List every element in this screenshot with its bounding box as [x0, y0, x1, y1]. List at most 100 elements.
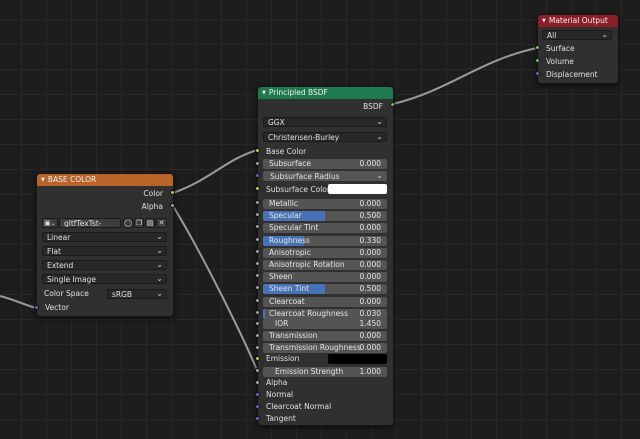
- alpha-socket[interactable]: [255, 380, 260, 385]
- base-color-title: BASE COLOR: [47, 175, 97, 184]
- subsurface-color-swatch[interactable]: [328, 184, 387, 194]
- anisotropic-socket[interactable]: [255, 248, 260, 254]
- color-space-value: sRGB: [112, 290, 133, 299]
- principled-bsdf-node[interactable]: ▼ Principled BSDF BSDF GGX ⌄ Christensen-B…: [257, 86, 394, 426]
- transmission-roughness-field[interactable]: Transmission Roughness 0.000: [263, 343, 387, 353]
- collapse-arrow-icon[interactable]: ▼: [41, 177, 45, 183]
- vector-input-socket[interactable]: [34, 305, 39, 310]
- base-color-node[interactable]: ▼BASE COLOR Color Alpha ▣⌄ gltfTexTst-te…: [36, 173, 174, 317]
- base-color-header[interactable]: ▼ BASE COLOR: [37, 174, 173, 186]
- emission-strength-socket[interactable]: [255, 368, 260, 373]
- projection-dropdown[interactable]: Flat ⌄: [42, 246, 167, 256]
- material-output-node[interactable]: ▼ Material Output All ⌄ Surface Volume Dis…: [537, 14, 619, 84]
- subsurface-socket[interactable]: [255, 161, 260, 166]
- material-output-header[interactable]: ▼ Material Output: [538, 15, 618, 27]
- clearcoat-roughness-field[interactable]: Clearcoat Roughness 0.030: [263, 308, 387, 319]
- alpha-output-socket[interactable]: [170, 203, 175, 208]
- sheen-tint-field[interactable]: Sheen Tint 0.500: [263, 284, 387, 295]
- color-space-dropdown[interactable]: sRGB ⌄: [107, 289, 167, 299]
- source-dropdown[interactable]: Single Image ⌄: [42, 274, 167, 284]
- clearcoat-socket[interactable]: [255, 297, 260, 303]
- fake-user-button[interactable]: ◯: [123, 218, 133, 228]
- base-color-socket[interactable]: [255, 148, 260, 153]
- clearcoat-roughness-label: Clearcoat Roughness: [269, 308, 348, 318]
- link-color-to-base-color: [172, 149, 258, 194]
- subsurface-method-dropdown[interactable]: Christensen-Burley ⌄: [263, 132, 387, 142]
- subsurface-color-socket[interactable]: [255, 186, 260, 191]
- principled-bsdf-header[interactable]: ▼ Principled BSDF: [258, 87, 393, 99]
- collapse-arrow-icon[interactable]: ▼: [262, 90, 266, 96]
- image-name: gltfTexTst-texIm...: [64, 219, 102, 228]
- normal-socket[interactable]: [255, 392, 260, 397]
- color-output-socket[interactable]: [170, 190, 175, 195]
- interpolation-dropdown[interactable]: Linear ⌄: [42, 232, 167, 242]
- target-dropdown[interactable]: All ⌄: [542, 30, 612, 40]
- anisotropic-value: 0.000: [359, 247, 381, 257]
- bsdf-output-label: BSDF: [363, 102, 383, 111]
- projection-value: Flat: [47, 247, 61, 256]
- chevron-down-icon: ⌄: [376, 132, 383, 141]
- clearcoat-normal-input-label: Clearcoat Normal: [266, 402, 332, 411]
- metallic-socket[interactable]: [255, 200, 260, 205]
- subsurface-radius-socket[interactable]: [255, 173, 260, 178]
- ior-field[interactable]: IOR 1.450: [263, 319, 387, 329]
- emission-color-swatch[interactable]: [328, 354, 387, 364]
- open-image-button[interactable]: ▤: [145, 218, 155, 228]
- image-name-field[interactable]: gltfTexTst-texIm...: [59, 218, 121, 228]
- anisotropic-label: Anisotropic: [269, 247, 311, 257]
- normal-input-label: Normal: [266, 390, 294, 399]
- folder-icon: ▤: [146, 219, 154, 227]
- volume-input-socket[interactable]: [535, 58, 540, 63]
- roughness-socket[interactable]: [255, 236, 260, 242]
- specular-tint-field[interactable]: Specular Tint 0.000: [263, 223, 387, 234]
- chevron-down-icon: ⌄: [376, 171, 383, 180]
- principled-bsdf-title: Principled BSDF: [268, 88, 328, 97]
- extension-dropdown[interactable]: Extend ⌄: [42, 260, 167, 270]
- anisotropic-rotation-field[interactable]: Anisotropic Rotation 0.000: [263, 260, 387, 270]
- chevron-down-icon: ⌄: [156, 274, 163, 283]
- image-icon: ▣: [44, 219, 51, 227]
- anisotropic-rotation-socket[interactable]: [255, 261, 260, 266]
- roughness-label: Roughness: [269, 235, 310, 245]
- color-space-label: Color Space: [44, 289, 89, 298]
- bsdf-output-socket[interactable]: [390, 102, 395, 107]
- displacement-input-socket[interactable]: [535, 71, 540, 76]
- clearcoat-roughness-value: 0.030: [359, 308, 381, 318]
- chevron-down-icon: ⌄: [376, 117, 383, 126]
- specular-field[interactable]: Specular 0.500: [263, 211, 387, 222]
- interpolation-value: Linear: [47, 233, 71, 242]
- subsurface-method-value: Christensen-Burley: [268, 133, 340, 142]
- color-output-label: Color: [143, 189, 163, 198]
- emission-strength-field[interactable]: Emission Strength 1.000: [263, 367, 387, 377]
- emission-socket[interactable]: [255, 356, 260, 361]
- distribution-dropdown[interactable]: GGX ⌄: [263, 117, 387, 127]
- specular-tint-value: 0.000: [359, 223, 381, 233]
- tangent-socket[interactable]: [255, 416, 260, 421]
- clearcoat-field[interactable]: Clearcoat 0.000: [263, 296, 387, 307]
- subsurface-color-label: Subsurface Color: [266, 185, 330, 194]
- transmission-socket[interactable]: [255, 333, 260, 338]
- chevron-down-icon: ⌄: [156, 232, 163, 241]
- transmission-field[interactable]: Transmission 0.000: [263, 331, 387, 341]
- chevron-down-icon: ⌄: [601, 30, 608, 39]
- transmission-label: Transmission: [269, 331, 318, 340]
- subsurface-field[interactable]: Subsurface 0.000: [263, 159, 387, 169]
- ior-socket[interactable]: [255, 321, 260, 326]
- clearcoat-roughness-socket[interactable]: [255, 309, 260, 315]
- anisotropic-field[interactable]: Anisotropic 0.000: [263, 247, 387, 258]
- image-browse-button[interactable]: ▣⌄: [42, 218, 58, 228]
- emission-strength-value: 1.000: [359, 367, 381, 376]
- sheen-field[interactable]: Sheen 0.000: [263, 272, 387, 283]
- subsurface-radius-dropdown[interactable]: Subsurface Radius ⌄: [263, 171, 387, 181]
- surface-input-socket[interactable]: [535, 45, 540, 50]
- new-image-button[interactable]: ❐: [134, 218, 144, 228]
- base-color-label: Base Color: [266, 147, 307, 156]
- unlink-image-button[interactable]: ✕: [156, 218, 167, 228]
- collapse-arrow-icon[interactable]: ▼: [542, 18, 546, 24]
- sheen-tint-label: Sheen Tint: [269, 284, 310, 294]
- roughness-field[interactable]: Roughness 0.330: [263, 235, 387, 246]
- clearcoat-normal-socket[interactable]: [255, 404, 260, 409]
- transmission-roughness-socket[interactable]: [255, 345, 260, 350]
- metallic-field[interactable]: Metallic 0.000: [263, 199, 387, 209]
- vector-input-label: Vector: [45, 303, 69, 312]
